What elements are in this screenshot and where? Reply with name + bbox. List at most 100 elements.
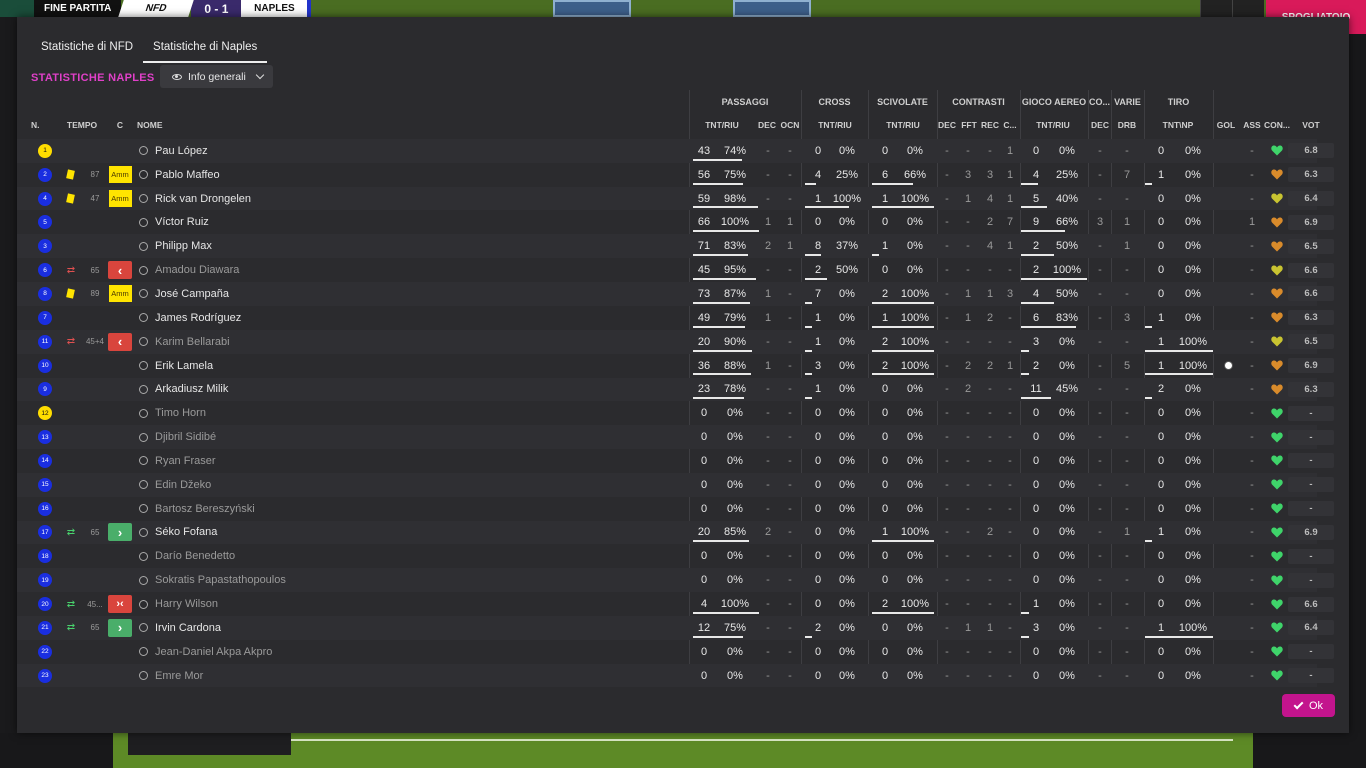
player-name-cell[interactable]: Séko Fofana [139, 521, 217, 545]
assists-cell: - [1243, 568, 1261, 592]
co-dec: - [1098, 550, 1102, 563]
player-row[interactable]: 1 Pau López 43 74% - - 0 0% 0 0% - - - 1 0 0% - - 0 0% - 6.8 [17, 139, 1334, 163]
player-name-cell[interactable]: Irvin Cardona [139, 616, 221, 640]
player-name-cell[interactable]: Sokratis Papastathopoulos [139, 568, 286, 592]
duels-rec-cell: - [981, 544, 999, 568]
player-name-cell[interactable]: Pablo Maffeo [139, 163, 220, 187]
column-header-co-dec[interactable]: DEC [1091, 120, 1109, 130]
player-name-cell[interactable]: José Campaña [139, 282, 229, 306]
column-header-c[interactable]: C [115, 120, 125, 130]
status-cell [107, 473, 133, 497]
column-header-tiro-tnt[interactable]: TNT\NP [1154, 120, 1202, 130]
rating: - [1288, 429, 1334, 445]
player-row[interactable]: 9 Arkadiusz Milik 23 78% - - 1 0% 0 0% - 2 - - 11 45% - -… [17, 377, 1334, 402]
aerial-pct: 45% [1055, 383, 1079, 396]
assists: - [1250, 478, 1254, 491]
player-name-cell[interactable]: Amadou Diawara [139, 258, 239, 282]
duels-c: - [1008, 645, 1012, 658]
player-row[interactable]: 23 Emre Mor 0 0% - - 0 0% 0 0% - - - - 0 0% - - 0 0% - - [17, 663, 1334, 688]
player-name-cell[interactable]: Philipp Max [139, 234, 212, 258]
shots-pct-cell: 0% [1175, 640, 1211, 664]
player-name-cell[interactable]: Ryan Fraser [139, 449, 216, 473]
player-row[interactable]: 17 ⇄ 65 › Séko Fofana 20 85% 2 - 0 0% 1 100% - - 2 - 0 0% -… [17, 520, 1334, 545]
player-name-cell[interactable]: Emre Mor [139, 664, 203, 688]
close-button[interactable] [1232, 0, 1264, 17]
player-name-cell[interactable]: Erik Lamela [139, 354, 213, 378]
stadium-screen [733, 0, 811, 17]
player-row[interactable]: 2 87 Amm Pablo Maffeo 56 75% - -4 25% 6 66% -3 3 1 4 25… [17, 163, 1334, 187]
column-header-gol[interactable]: GOL [1216, 120, 1236, 130]
player-row[interactable]: 13 Djibril Sidibé 0 0% - - 0 0% 0 0% - - - - 0 0% - - 0 0% -… [17, 425, 1334, 449]
duels-fft-cell: - [959, 664, 977, 688]
player-row[interactable]: 15 Edin Džeko 0 0% - - 0 0% 0 0% - - - - 0 0% - - 0 0% - - [17, 472, 1334, 497]
column-header-pass-tnt[interactable]: TNT/RIU [699, 120, 745, 130]
view-dropdown[interactable]: Info generali [160, 65, 273, 88]
column-header-aer-tnt[interactable]: TNT/RIU [1023, 120, 1083, 130]
player-row[interactable]: 20 ⇄ 45... ›‹ Harry Wilson 4 100% - -0 0% 2 100% - - -… [17, 592, 1334, 616]
player-row[interactable]: 7 James Rodríguez 49 79% 1 - 1 0% 1 100% - 1 2 - 6 83% -… [17, 306, 1334, 330]
player-name-cell[interactable]: James Rodríguez [139, 306, 241, 330]
duels-dec: - [945, 240, 949, 253]
player-name-cell[interactable]: Timo Horn [139, 401, 206, 425]
passes-attempted: 0 [700, 407, 708, 420]
duels-c-cell: 1 [1002, 163, 1018, 187]
dribbles-cell: - [1115, 640, 1139, 664]
crosses-bar [805, 635, 812, 638]
column-header-con2[interactable]: CON... [1264, 120, 1290, 130]
passes-chances: - [788, 359, 792, 372]
column-header-nome[interactable]: NOME [137, 120, 177, 130]
player-row[interactable]: 21 ⇄ 65 › Irvin Cardona 12 75% - - 2 0% 0 0% - 1 1 - 3 0% -… [17, 616, 1334, 640]
player-name-cell[interactable]: Djibril Sidibé [139, 425, 216, 449]
column-header-var-drb[interactable]: DRB [1115, 120, 1139, 130]
slide-pct-cell: 0% [895, 258, 935, 282]
player-name-cell[interactable]: Rick van Drongelen [139, 187, 251, 211]
player-name-cell[interactable]: Edin Džeko [139, 473, 211, 497]
ok-button[interactable]: Ok [1282, 694, 1335, 717]
stadium-screen [553, 0, 631, 17]
column-header-tempo[interactable]: TEMPO [63, 120, 101, 130]
player-row[interactable]: 18 Darío Benedetto 0 0% - - 0 0% 0 0% - - - - 0 0% - - 0 0%… [17, 544, 1334, 568]
player-row[interactable]: 22 Jean-Daniel Akpa Akpro 0 0% - - 0 0% 0 0% - - - - 0… [17, 640, 1334, 664]
column-header-con-rec[interactable]: REC [980, 120, 1000, 130]
column-header-pass-ocn[interactable]: OCN [779, 120, 801, 130]
player-name-cell[interactable]: Harry Wilson [139, 592, 218, 616]
player-name-cell[interactable]: Bartosz Bereszyński [139, 497, 255, 521]
column-header-con-fft[interactable]: FFT [959, 120, 979, 130]
player-row[interactable]: 11 ⇄ 45+4 ‹ Karim Bellarabi 20 90% - - 1 0% 2 100% - -… [17, 329, 1334, 354]
tab-naples-stats[interactable]: Statistiche di Naples [143, 35, 268, 63]
column-header-pass-dec[interactable]: DEC [757, 120, 777, 130]
player-row[interactable]: 6 ⇄ 65 ‹ Amadou Diawara 45 95% - - 2 50% 0 0% - - - - 2 10… [17, 258, 1334, 282]
player-row[interactable]: 4 47 Amm Rick van Drongelen 59 98% - -1 100% 1 100… [17, 186, 1334, 211]
duels-fouls: - [966, 240, 970, 253]
passes-bar [693, 635, 743, 638]
slide-tackles-bar [872, 325, 934, 328]
player-row[interactable]: 3 Philipp Max 71 83% 2 1 8 37% 1 0% - -4 1 2 50% -1 0 0% -… [17, 234, 1334, 259]
player-row[interactable]: 5 Víctor Ruiz 66 100% 1 1 0 0% 0 0% - -2 7 9 66% 3 1 0 0% 1… [17, 211, 1334, 235]
player-name-cell[interactable]: Jean-Daniel Akpa Akpro [139, 640, 272, 664]
column-header-con-dec[interactable]: DEC [937, 120, 957, 130]
tab-nfd-stats[interactable]: Statistiche di NFD [31, 35, 143, 63]
player-row[interactable]: 19 Sokratis Papastathopoulos 0 0% - - 0 0% 0 0% - -… [17, 568, 1334, 593]
player-name-cell[interactable]: Karim Bellarabi [139, 330, 230, 354]
column-header-n[interactable]: N. [31, 120, 47, 130]
column-header-vot[interactable]: VOT [1298, 120, 1324, 130]
player-row[interactable]: 14 Ryan Fraser 0 0% - - 0 0% 0 0% - - - - 0 0% - - 0 0% - - [17, 449, 1334, 473]
co-dec: - [1098, 359, 1102, 372]
player-row[interactable]: 16 Bartosz Bereszyński 0 0% - - 0 0% 0 0% - - - - 0 0% -… [17, 497, 1334, 521]
crosses-attempted-cell: 0 [809, 401, 827, 425]
event-icon-cell [63, 187, 77, 211]
event-icon-cell [63, 425, 77, 449]
speed-button[interactable] [1200, 0, 1232, 17]
column-header-cross-tnt[interactable]: TNT/RIU [811, 120, 859, 130]
player-name-cell[interactable]: Darío Benedetto [139, 544, 235, 568]
player-row[interactable]: 10 Erik Lamela 36 88% 1-3 0% 2 100% -2 2 1 2 0% -5 1 10… [17, 354, 1334, 378]
player-row[interactable]: 8 89 Amm José Campaña 73 87% 1-7 0% 2 100% -1 1 3 4 50… [17, 282, 1334, 306]
person-icon [139, 456, 148, 466]
player-row[interactable]: 12 Timo Horn 0 0% - - 0 0% 0 0% - - - - 0 0% - - 0 0% - - [17, 401, 1334, 425]
column-header-sciv-tnt[interactable]: TNT/RIU [879, 120, 927, 130]
player-name-cell[interactable]: Arkadiusz Milik [139, 378, 228, 402]
player-name-cell[interactable]: Víctor Ruiz [139, 211, 209, 235]
column-header-ass[interactable]: ASS [1243, 120, 1261, 130]
player-name-cell[interactable]: Pau López [139, 139, 208, 163]
column-header-con-c[interactable]: C... [1002, 120, 1018, 130]
